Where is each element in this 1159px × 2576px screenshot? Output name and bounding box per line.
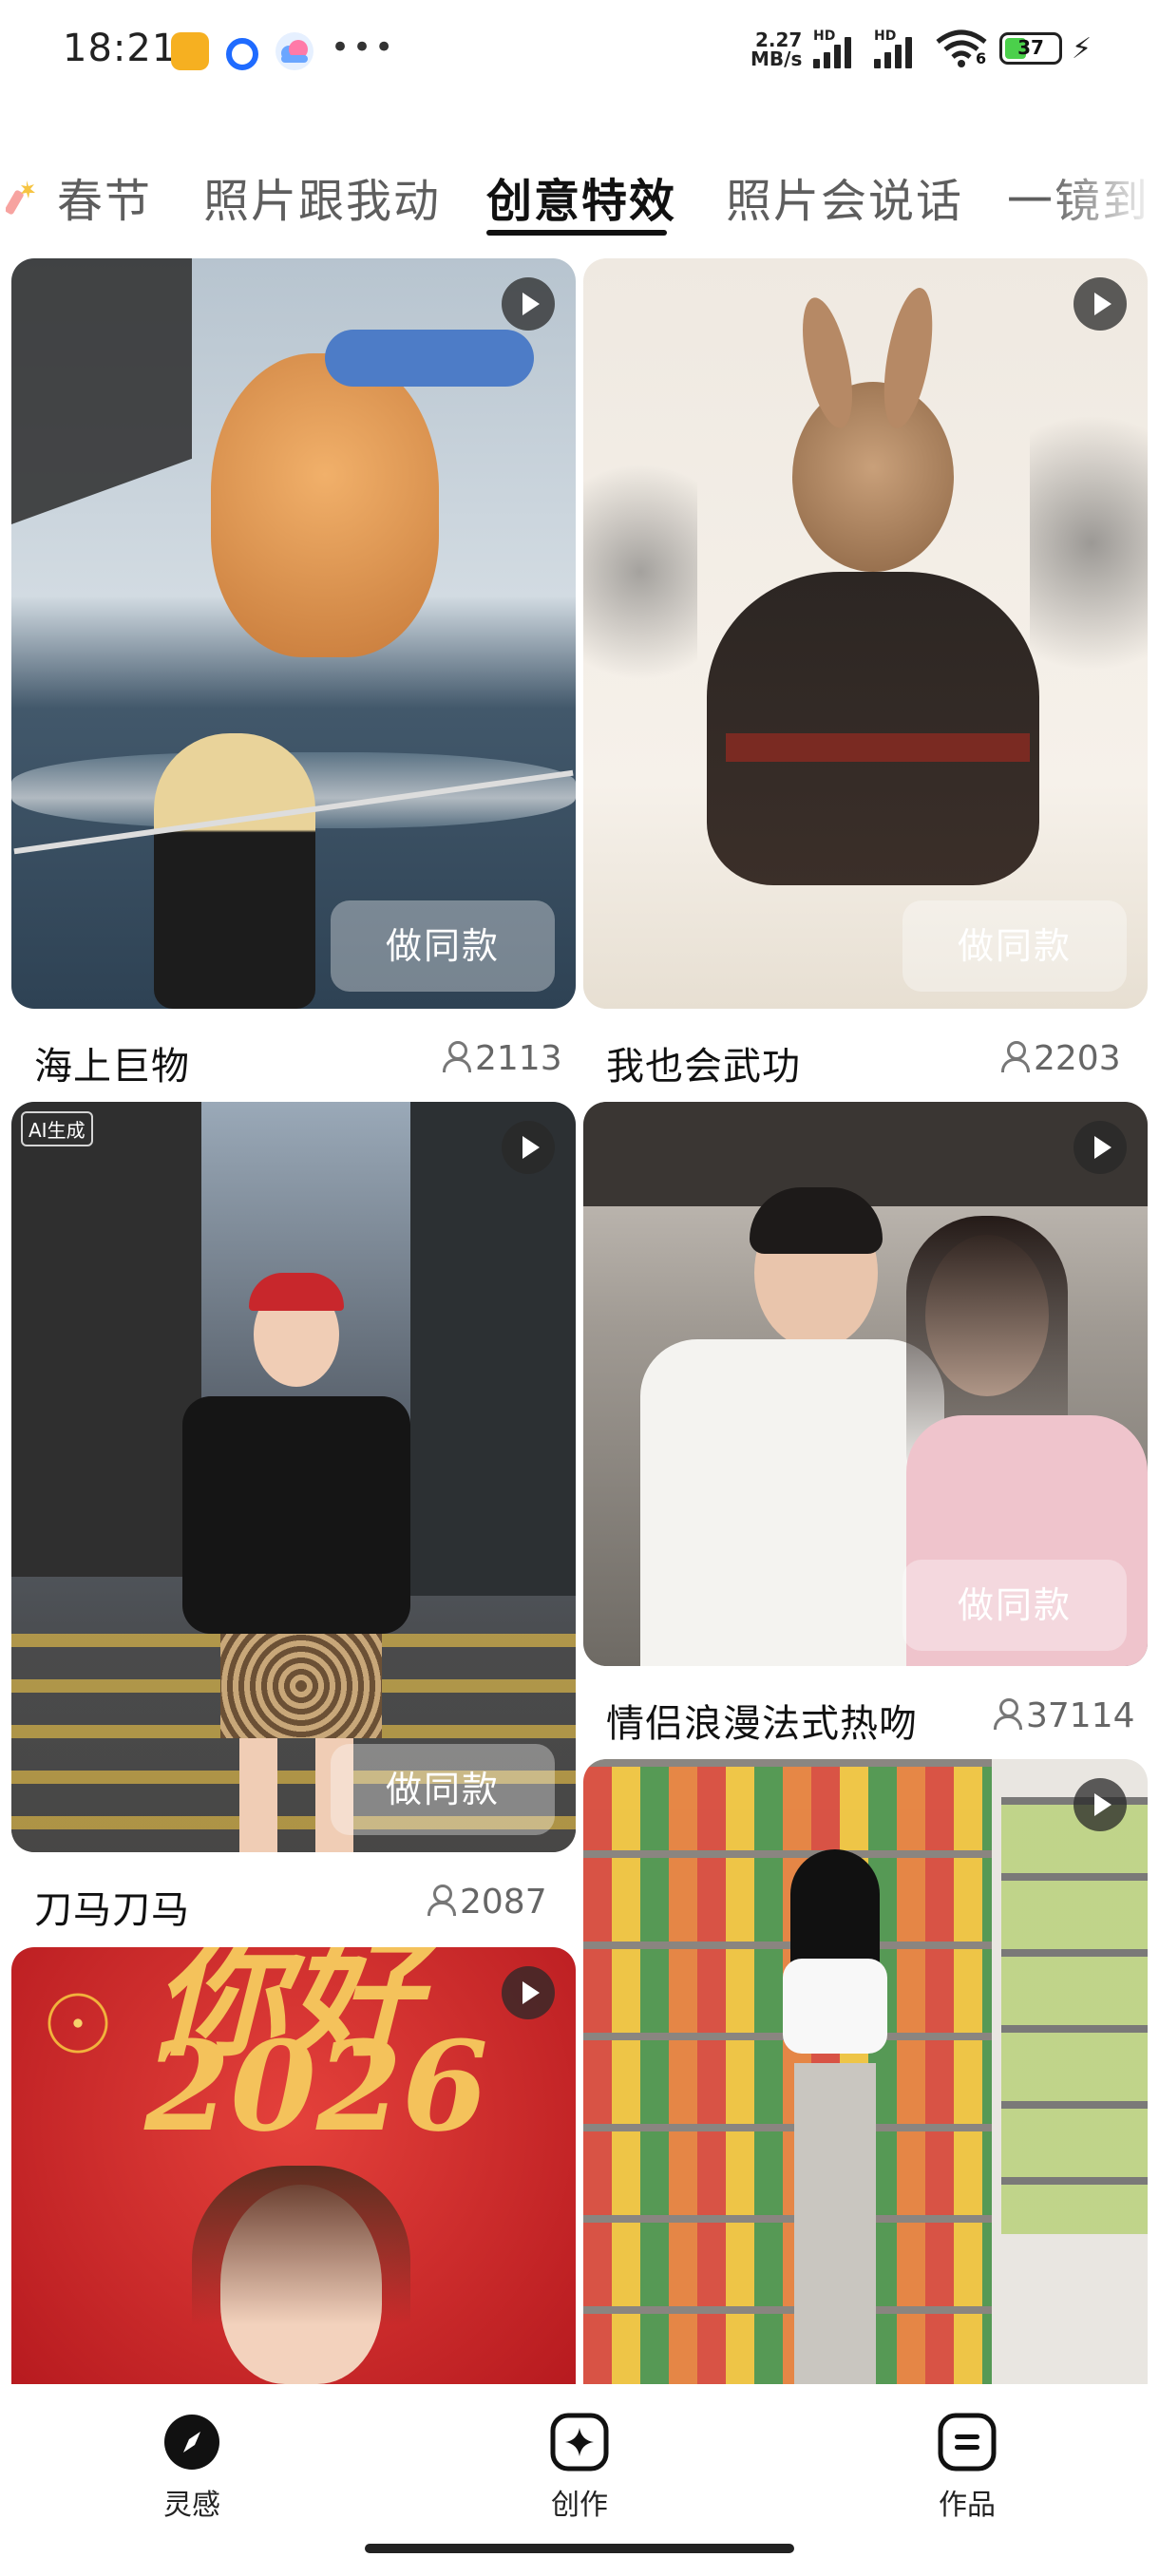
giant-cat-image xyxy=(211,353,439,657)
network-speed-unit: MB/s xyxy=(750,47,803,70)
grey-pants-image xyxy=(794,2063,876,2384)
usage-count-value: 2113 xyxy=(475,1039,562,1078)
usage-count-value: 2203 xyxy=(1034,1039,1121,1078)
battery-percent: 37 xyxy=(1017,36,1044,59)
nav-works[interactable]: 作品 xyxy=(901,2413,1034,2523)
wifi-icon: 6 xyxy=(936,28,987,70)
effect-card-supermarket[interactable] xyxy=(583,1759,1148,2384)
signal-icon-2 xyxy=(874,36,920,68)
card-title: 情侣浪漫法式热吻 xyxy=(606,1702,918,1746)
cloud-app-icon xyxy=(276,32,314,70)
home-indicator[interactable] xyxy=(365,2544,794,2553)
effect-card-daoma[interactable]: AI生成 做同款 xyxy=(11,1102,576,1852)
banner-text-year: 2026 xyxy=(144,2014,488,2159)
tab-spring-festival[interactable]: 春节 xyxy=(57,163,152,230)
effect-card-couple-kiss[interactable]: 做同款 xyxy=(583,1102,1148,1666)
card-title: 我也会武功 xyxy=(606,1045,801,1089)
status-time: 18:21 xyxy=(63,27,178,70)
person-icon xyxy=(443,1041,471,1073)
works-icon xyxy=(938,2413,997,2472)
effect-card-sea-giant[interactable]: 做同款 xyxy=(11,258,576,1009)
firecracker-icon xyxy=(6,180,35,215)
usage-count: 2203 xyxy=(1001,1039,1121,1078)
notes-app-icon xyxy=(171,32,209,70)
sparkle-create-icon xyxy=(550,2413,609,2472)
usage-count: 37114 xyxy=(994,1696,1135,1735)
play-icon[interactable] xyxy=(502,1966,555,2019)
battery-icon: 37 xyxy=(999,32,1062,65)
play-icon[interactable] xyxy=(1074,277,1127,331)
card-title: 刀马刀马 xyxy=(34,1888,190,1932)
play-icon[interactable] xyxy=(1074,1778,1127,1831)
ai-generated-tag: AI生成 xyxy=(21,1111,93,1146)
card-title: 海上巨物 xyxy=(34,1045,190,1089)
rabbit-head-image xyxy=(792,382,954,572)
firework-icon xyxy=(30,1976,125,2071)
play-icon[interactable] xyxy=(1074,1121,1127,1174)
tab-talking-photo[interactable]: 照片会说话 xyxy=(726,163,963,230)
nav-inspiration[interactable]: 灵感 xyxy=(125,2413,258,2523)
make-same-button[interactable]: 做同款 xyxy=(331,900,555,992)
status-bar: 18:21 ••• 2.27 MB/s HD HD 6 37 ⚡ xyxy=(0,0,1159,104)
effect-card-kungfu[interactable]: 做同款 xyxy=(583,258,1148,1009)
charging-icon: ⚡ xyxy=(1072,32,1092,66)
signal-icon-1 xyxy=(813,36,859,68)
usage-count-value: 2087 xyxy=(460,1883,547,1922)
usage-count-value: 37114 xyxy=(1026,1696,1135,1735)
person-icon xyxy=(428,1885,456,1917)
active-tab-indicator xyxy=(486,230,667,236)
category-tabs: 春节 照片跟我动 创意特效 照片会说话 一镜到 xyxy=(0,142,1159,247)
person-icon xyxy=(1001,1041,1030,1073)
white-top-image xyxy=(783,1959,887,2054)
network-speed: 2.27 MB/s xyxy=(750,30,802,68)
more-notifications-icon: ••• xyxy=(331,28,397,66)
black-sweater-image xyxy=(182,1396,410,1634)
usage-count: 2113 xyxy=(443,1039,562,1078)
tab-creative-effects[interactable]: 创意特效 xyxy=(486,163,676,230)
nav-label: 创作 xyxy=(551,2489,608,2522)
nav-label: 作品 xyxy=(939,2489,996,2522)
red-cap-image xyxy=(249,1273,344,1311)
person-icon xyxy=(994,1698,1022,1731)
nav-create[interactable]: 创作 xyxy=(513,2413,646,2523)
compass-icon xyxy=(162,2413,221,2472)
nav-label: 灵感 xyxy=(163,2489,220,2522)
notification-app-icon xyxy=(226,38,258,70)
woman-on-boat-image xyxy=(154,733,315,1009)
effect-card-new-year[interactable]: 你好 2026 xyxy=(11,1947,576,2384)
play-icon[interactable] xyxy=(502,277,555,331)
white-shirt-image xyxy=(640,1339,944,1666)
kungfu-robe-image xyxy=(707,572,1039,885)
play-icon[interactable] xyxy=(502,1121,555,1174)
make-same-button[interactable]: 做同款 xyxy=(902,900,1127,992)
make-same-button[interactable]: 做同款 xyxy=(902,1560,1127,1651)
flower-crown-image xyxy=(325,330,534,387)
tab-photo-follow-me[interactable]: 照片跟我动 xyxy=(203,163,441,230)
store-shelf-image xyxy=(583,1759,992,2384)
usage-count: 2087 xyxy=(428,1883,547,1922)
make-same-button[interactable]: 做同款 xyxy=(331,1744,555,1835)
network-speed-value: 2.27 xyxy=(755,28,803,51)
wifi-6-label: 6 xyxy=(976,49,987,67)
